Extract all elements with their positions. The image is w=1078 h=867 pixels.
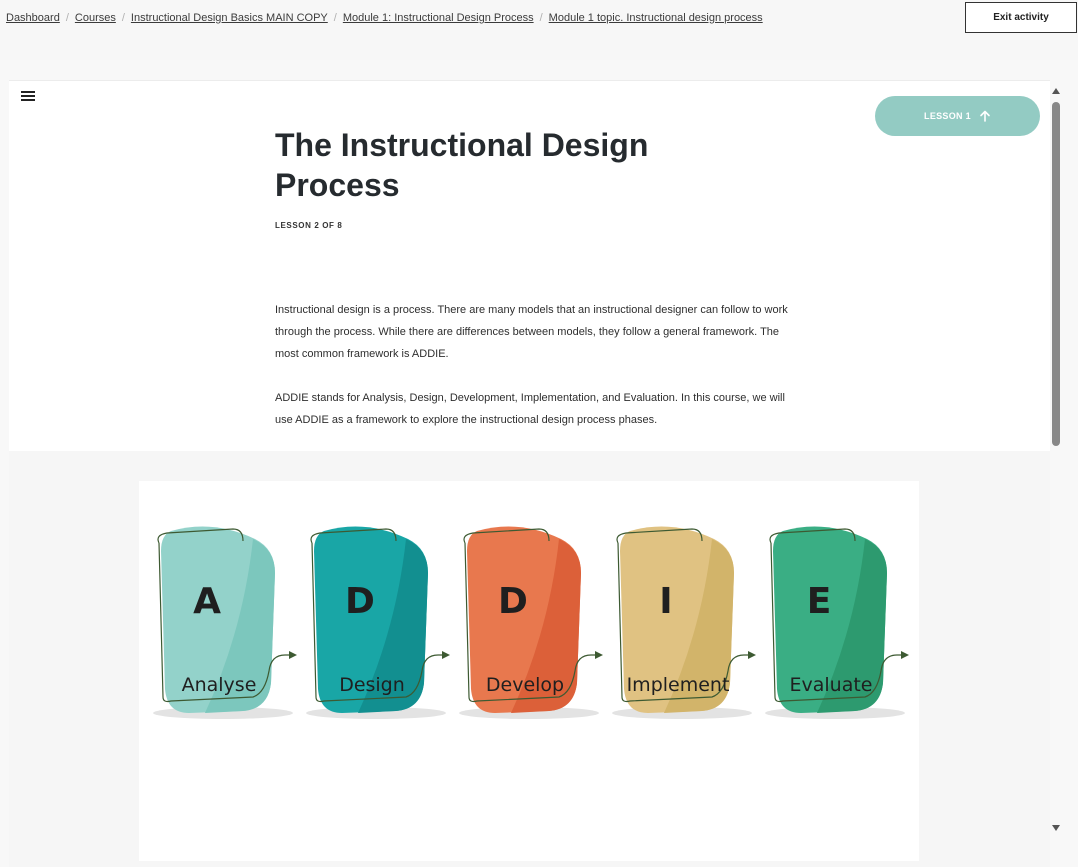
step-arrow [901,651,909,659]
step-word: Develop [486,674,564,696]
step-word: Implement [627,674,730,696]
lesson-frame: LESSON 1 The Instructional Design Proces… [9,80,1050,867]
arrow-up-icon [980,110,990,122]
step-arrow [289,651,297,659]
step-arrow [595,651,603,659]
lesson-paragraph: Instructional design is a process. There… [275,304,788,360]
lesson-count: LESSON 2 OF 8 [275,221,343,230]
addie-step: E Evaluate [765,526,909,719]
breadcrumb-separator: / [333,12,337,24]
scroll-down-arrow[interactable] [1052,825,1060,831]
addie-image: A Analyse D Design D Develop I Implement E Evalua… [139,481,919,861]
step-letter: E [807,581,832,622]
step-letter: D [345,581,375,622]
lesson-paragraph: ADDIE stands for Analysis, Design, Devel… [275,392,785,426]
hamburger-menu-icon[interactable] [20,89,36,103]
step-letter: I [659,581,672,622]
scroll-up-arrow[interactable] [1052,88,1060,94]
breadcrumb-dashboard[interactable]: Dashboard [6,12,60,24]
breadcrumb: Dashboard / Courses / Instructional Desi… [6,12,763,24]
lesson-title: The Instructional Design Process [275,127,649,203]
addie-step: D Develop [459,526,603,719]
breadcrumb-topic[interactable]: Module 1 topic. Instructional design pro… [549,12,763,24]
addie-step: A Analyse [153,526,297,719]
step-word: Design [339,674,405,696]
breadcrumb-module[interactable]: Module 1: Instructional Design Process [343,12,534,24]
addie-diagram: A Analyse D Design D Develop I Implement E Evalua… [153,526,909,719]
breadcrumb-separator: / [121,12,125,24]
previous-lesson-button[interactable]: LESSON 1 [875,96,1040,136]
exit-activity-button[interactable]: Exit activity [965,2,1077,33]
previous-lesson-label: LESSON 1 [924,111,971,121]
lesson-body: Instructional design is a process. There… [275,299,795,453]
addie-step: I Implement [612,526,756,719]
top-bar: Dashboard / Courses / Instructional Desi… [0,0,1078,60]
step-arrow [442,651,450,659]
breadcrumb-separator: / [65,12,69,24]
scrollbar-thumb[interactable] [1052,102,1060,446]
step-letter: A [193,581,221,622]
image-block: A Analyse D Design D Develop I Implement E Evalua… [9,451,1050,867]
breadcrumb-separator: / [539,12,543,24]
step-arrow [748,651,756,659]
step-letter: D [498,581,528,622]
addie-step: D Design [306,526,450,719]
breadcrumb-course[interactable]: Instructional Design Basics MAIN COPY [131,12,328,24]
step-word: Evaluate [790,674,873,696]
breadcrumb-courses[interactable]: Courses [75,12,116,24]
step-word: Analyse [182,674,257,696]
